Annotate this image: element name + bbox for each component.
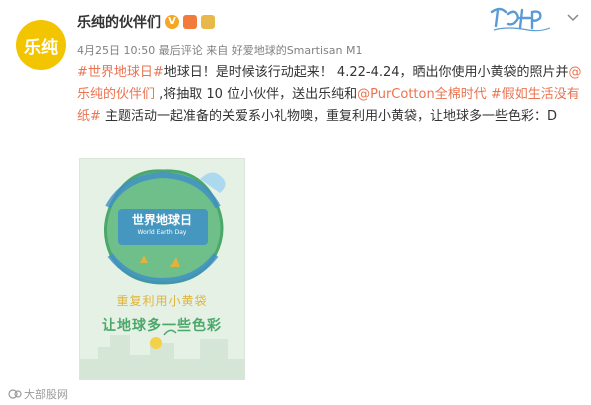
earth-day-illustration — [80, 169, 244, 379]
avatar[interactable]: 乐纯 — [16, 20, 66, 70]
watermark-text: 大部股网 — [24, 388, 68, 401]
status-text: 最后评论 — [158, 44, 203, 57]
timestamp[interactable]: 4月25日 10:50 — [77, 44, 155, 57]
text-segment: 地球日！是时候该行动起来！ 4.22-4.24，晒出你使用小黄袋的照片并 — [163, 65, 569, 80]
source-prefix: 来自 — [206, 44, 229, 57]
image-caption-line2: 让地球多一些色彩 — [102, 318, 222, 334]
watermark: 大部股网 — [8, 386, 68, 402]
text-segment: 主题活动一起准备的关爱系小礼物噢，重复利用小黄袋，让地球多一些色彩：D — [100, 109, 558, 124]
post-image[interactable]: 世界地球日 World Earth Day 重复利用小黄袋 让地球多一些色彩 — [79, 158, 245, 380]
post-text: #世界地球日#地球日！是时候该行动起来！ 4.22-4.24，晒出你使用小黄袋的… — [77, 62, 583, 128]
post-header: 乐纯的伙伴们 V — [77, 12, 215, 32]
source-link[interactable]: 好爱地球的Smartisan M1 — [232, 44, 363, 57]
image-globe-title: 世界地球日 — [131, 213, 192, 227]
brand-script-logo — [490, 7, 551, 32]
verified-icon: V — [165, 15, 179, 29]
hashtag-link[interactable]: #世界地球日# — [77, 65, 164, 80]
image-globe-subtitle: World Earth Day — [137, 229, 187, 236]
post-meta: 4月25日 10:50 最后评论 来自 好爱地球的Smartisan M1 — [77, 42, 362, 58]
image-caption-line1: 重复利用小黄袋 — [116, 294, 208, 308]
brand-badge-icon[interactable] — [201, 15, 215, 29]
username[interactable]: 乐纯的伙伴们 — [77, 12, 161, 32]
watermark-icon — [8, 389, 22, 399]
chevron-down-icon[interactable] — [565, 10, 581, 26]
mention-link[interactable]: @PurCotton全棉时代 — [357, 87, 487, 102]
avatar-text: 乐纯 — [24, 37, 58, 58]
member-badge-icon[interactable] — [183, 15, 197, 29]
text-segment: ,将抽取 10 位小伙伴，送出乐纯和 — [155, 87, 358, 102]
